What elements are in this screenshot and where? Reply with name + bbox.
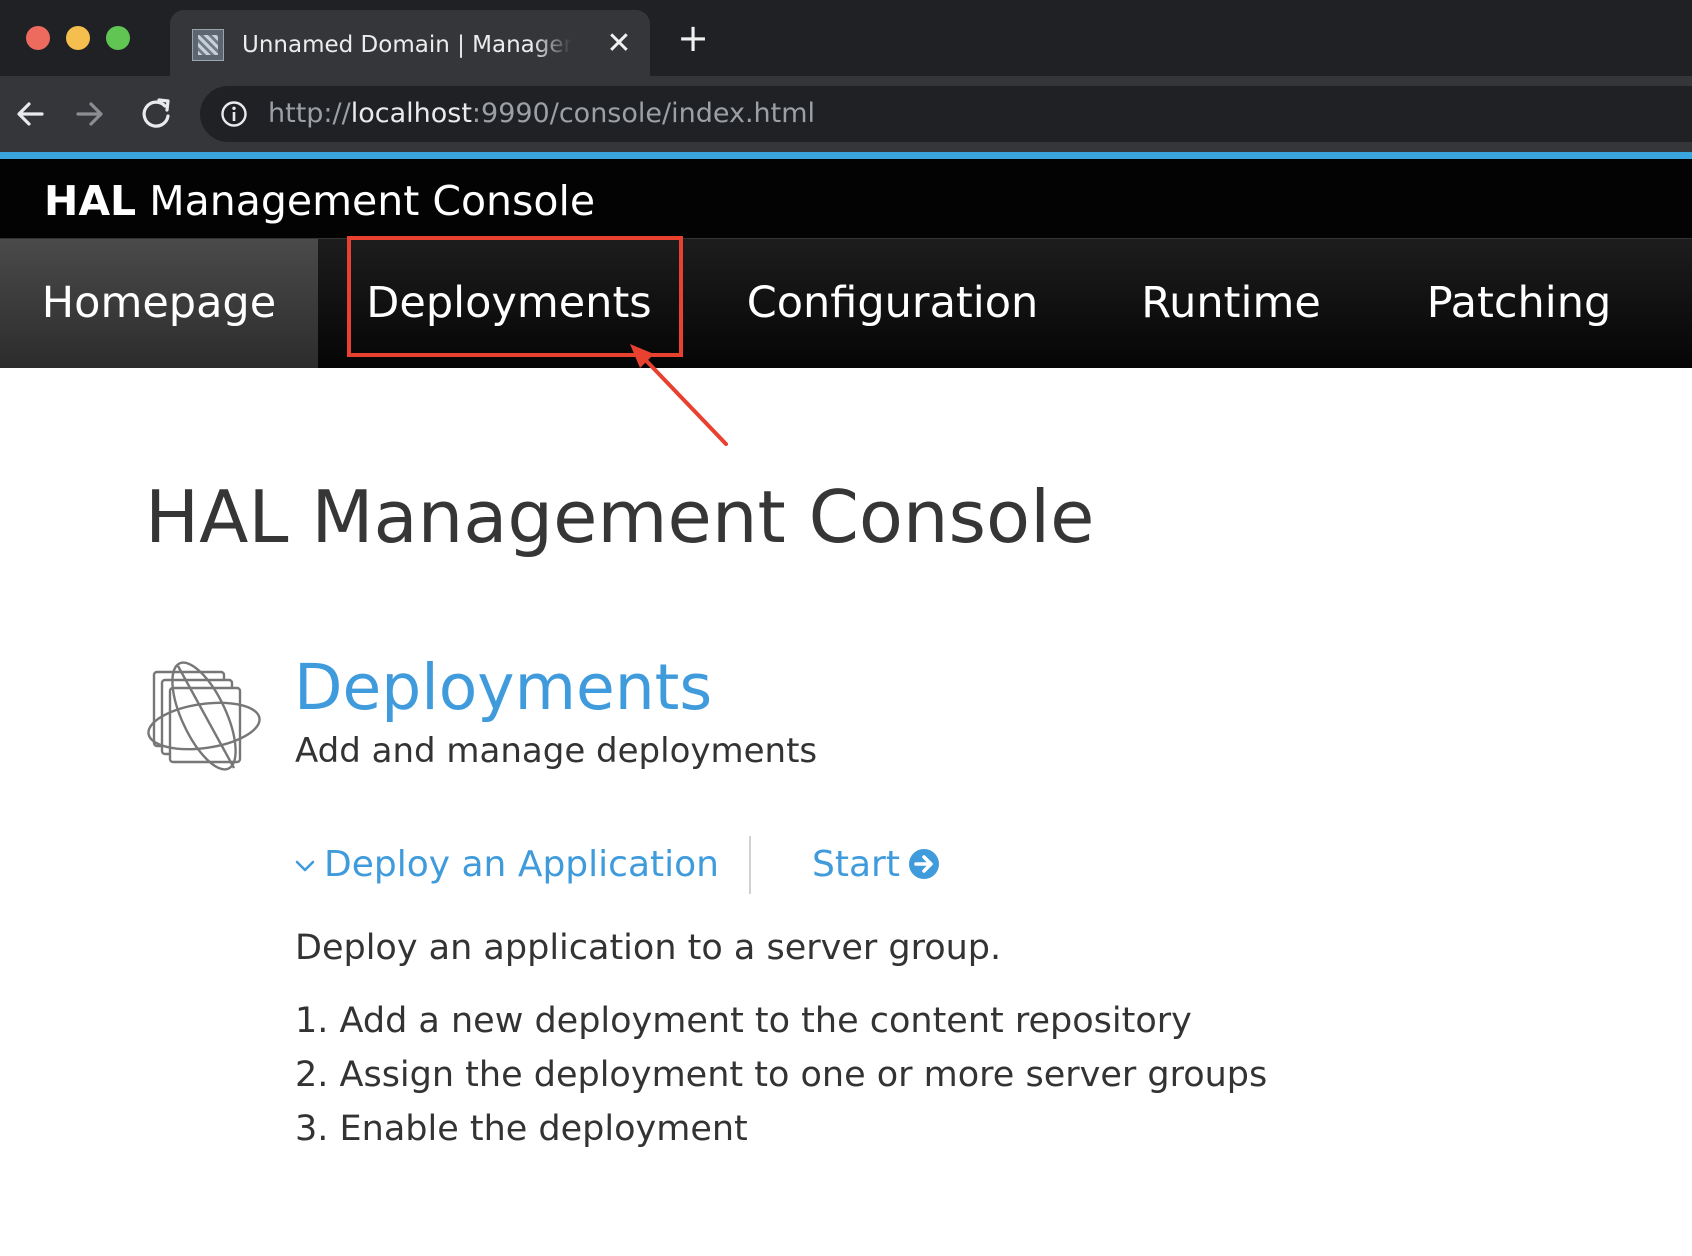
browser-tab-strip: Unnamed Domain | Management Console ✕ + <box>0 0 1692 76</box>
nav-tab-configuration[interactable]: Configuration <box>740 239 1045 368</box>
accent-line <box>0 152 1692 159</box>
reload-icon[interactable] <box>134 92 178 136</box>
start-label: Start <box>812 844 900 885</box>
link-divider <box>749 836 751 894</box>
tab-title: Unnamed Domain | Management Console <box>242 32 572 58</box>
annotation-highlight-box <box>347 236 683 357</box>
list-item: 1. Add a new deployment to the content r… <box>295 1001 1192 1041</box>
address-bar[interactable]: http://localhost:9990/console/index.html <box>200 86 1692 142</box>
window-close-button[interactable] <box>26 26 50 50</box>
info-icon[interactable] <box>220 100 248 128</box>
plus-icon[interactable]: + <box>676 19 710 57</box>
section-subtitle: Add and manage deployments <box>295 731 818 771</box>
app-header: HAL Management Console <box>0 159 1692 238</box>
list-item: 3. Enable the deployment <box>295 1109 748 1149</box>
deploy-application-toggle[interactable]: Deploy an Application <box>294 840 719 890</box>
window-zoom-button[interactable] <box>106 26 130 50</box>
page-title: HAL Management Console <box>145 475 1095 559</box>
app-brand[interactable]: HAL Management Console <box>44 177 595 225</box>
start-button[interactable]: Start <box>812 840 940 890</box>
url-text: http://localhost:9990/console/index.html <box>268 98 816 129</box>
section-title-deployments[interactable]: Deployments <box>294 648 712 728</box>
annotation-arrow-icon <box>630 344 728 446</box>
close-icon[interactable]: ✕ <box>602 27 636 61</box>
top-nav: Homepage Deployments Configuration Runti… <box>0 238 1692 368</box>
deployments-icon <box>147 661 261 771</box>
browser-toolbar: http://localhost:9990/console/index.html <box>0 76 1692 152</box>
deploy-application-label: Deploy an Application <box>324 844 719 885</box>
forward-arrow-icon[interactable] <box>68 92 112 136</box>
window-minimize-button[interactable] <box>66 26 90 50</box>
nav-tab-runtime[interactable]: Runtime <box>1126 239 1336 368</box>
arrow-circle-right-icon <box>908 849 939 879</box>
deploy-description: Deploy an application to a server group. <box>295 928 1002 968</box>
back-arrow-icon[interactable] <box>8 92 52 136</box>
nav-tab-homepage[interactable]: Homepage <box>0 239 318 368</box>
list-item: 2. Assign the deployment to one or more … <box>295 1055 1268 1095</box>
nav-tab-patching[interactable]: Patching <box>1410 239 1628 368</box>
chevron-down-icon <box>295 860 315 872</box>
deploy-steps-list: 1. Add a new deployment to the content r… <box>295 994 1267 1156</box>
favicon <box>192 29 224 61</box>
browser-tab[interactable]: Unnamed Domain | Management Console ✕ <box>170 10 650 76</box>
